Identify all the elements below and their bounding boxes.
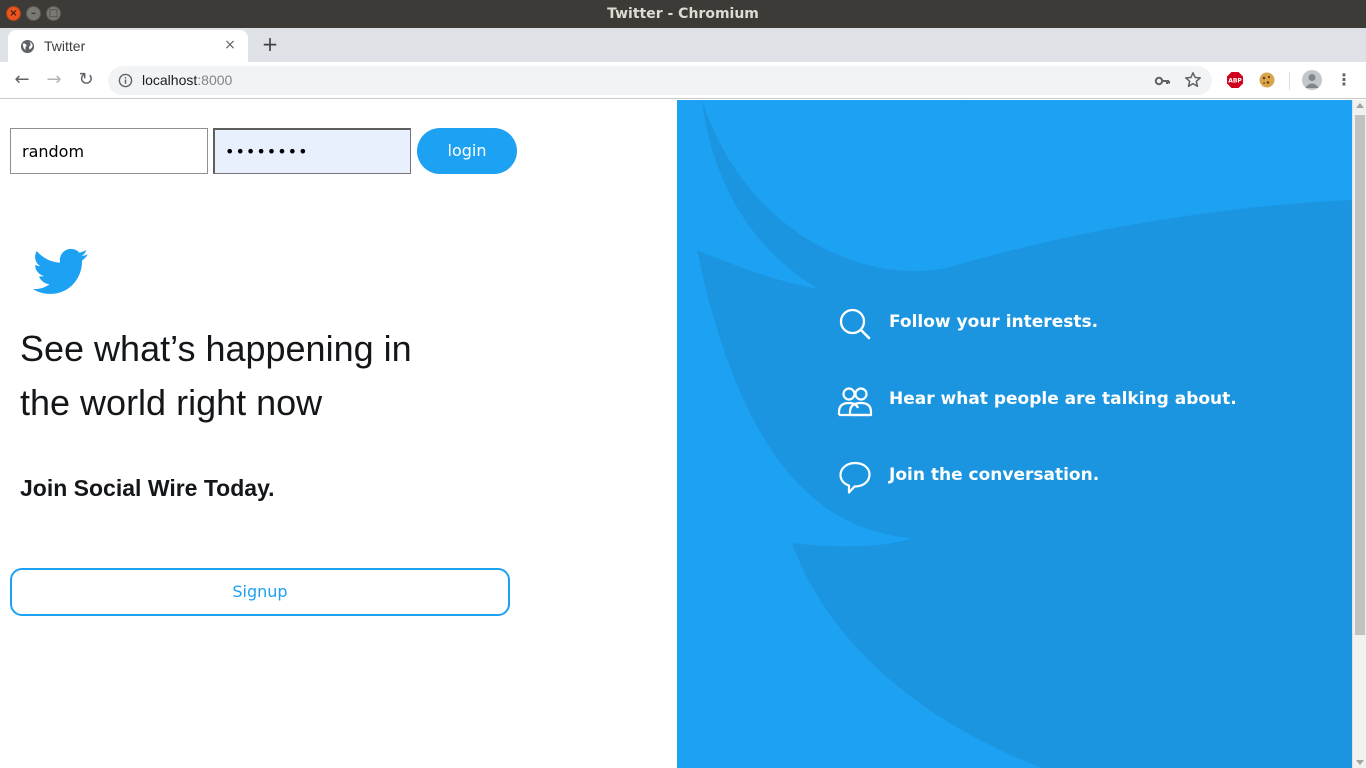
search-icon: [839, 308, 871, 340]
scroll-up-arrow-icon[interactable]: [1356, 103, 1364, 108]
background-bird-shape: [697, 100, 1352, 768]
reload-button[interactable]: ↻: [75, 69, 97, 91]
headline-line-2: the world right now: [20, 382, 323, 423]
window-titlebar: × – □ Twitter - Chromium: [0, 0, 1366, 28]
page-headline: See what’s happening in the world right …: [20, 322, 450, 430]
address-bar[interactable]: localhost:8000: [108, 66, 1212, 95]
bookmark-star-icon[interactable]: [1184, 71, 1202, 89]
speech-bubble-icon: [839, 461, 871, 494]
url-port: :8000: [197, 72, 233, 88]
feature-text: Hear what people are talking about.: [889, 389, 1237, 409]
tab-close-icon[interactable]: ×: [222, 37, 238, 53]
scroll-down-arrow-icon[interactable]: [1356, 760, 1364, 765]
key-icon[interactable]: [1154, 72, 1172, 90]
cookie-icon[interactable]: [1258, 71, 1276, 89]
page-scrollbar[interactable]: [1352, 100, 1366, 768]
join-heading: Join Social Wire Today.: [20, 475, 275, 501]
toolbar-divider: [1289, 72, 1290, 90]
person-icon: [1305, 74, 1319, 88]
people-icon: [837, 387, 873, 417]
browser-menu-icon[interactable]: ⋮: [1336, 70, 1352, 90]
url-host: localhost: [142, 72, 198, 88]
adblock-plus-icon[interactable]: ABP: [1226, 71, 1244, 89]
right-panel: Follow your interests. Hear what people …: [677, 100, 1352, 768]
tab-twitter[interactable]: Twitter ×: [8, 30, 248, 62]
tab-strip: Twitter × +: [0, 28, 1366, 62]
left-panel: login See what’s happening in the world …: [0, 100, 677, 768]
password-input[interactable]: [213, 128, 411, 174]
profile-avatar[interactable]: [1302, 70, 1322, 90]
info-icon[interactable]: [118, 73, 133, 88]
page-content: login See what’s happening in the world …: [0, 100, 1352, 768]
url-text: localhost:8000: [142, 72, 232, 88]
globe-icon: [20, 39, 35, 54]
svg-text:ABP: ABP: [1228, 78, 1242, 85]
forward-button[interactable]: →: [43, 69, 65, 91]
browser-toolbar: ← → ↻ localhost:8000 ABP ⋮: [0, 62, 1366, 99]
signup-button[interactable]: Signup: [10, 568, 510, 616]
back-button[interactable]: ←: [11, 69, 33, 91]
username-input[interactable]: [10, 128, 208, 174]
feature-text: Join the conversation.: [889, 465, 1100, 485]
window-title: Twitter - Chromium: [607, 6, 759, 22]
scrollbar-thumb[interactable]: [1355, 115, 1365, 635]
login-button[interactable]: login: [417, 128, 517, 174]
feature-text: Follow your interests.: [889, 312, 1099, 332]
new-tab-button[interactable]: +: [260, 34, 280, 54]
tab-title: Twitter: [44, 38, 86, 54]
twitter-bird-logo-icon: [33, 248, 89, 294]
headline-line-1: See what’s happening in: [20, 328, 412, 369]
